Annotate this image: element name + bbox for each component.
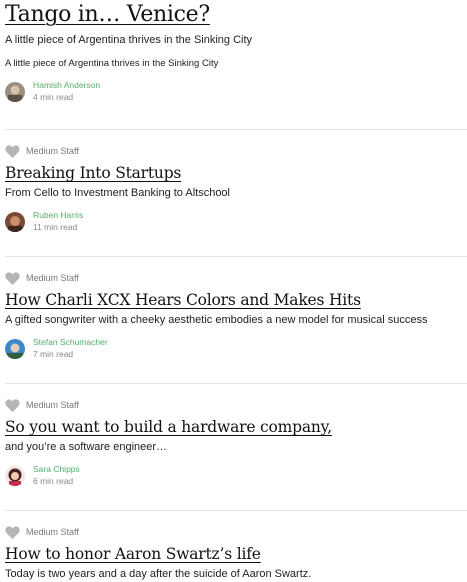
recommendation-line: Medium Staff (5, 271, 423, 285)
avatar[interactable] (5, 82, 25, 102)
post-subtitle: A little piece of Argentina thrives in t… (5, 34, 253, 46)
post-card: Medium Staff Breaking Into Startups From… (5, 129, 467, 256)
author-block: Stefan Schumacher 7 min read (5, 336, 423, 360)
recommendation-line: Medium Staff (5, 398, 423, 412)
heart-icon[interactable] (5, 525, 20, 539)
post-card: Medium Staff How to honor Aaron Swartz’s… (5, 510, 467, 581)
recommended-by[interactable]: Medium Staff (26, 273, 79, 283)
post-card: Tango in… Venice? A little piece of Arge… (5, 2, 467, 129)
recommended-by[interactable]: Medium Staff (26, 400, 79, 410)
post-subtitle: From Cello to Investment Banking to Alts… (5, 187, 230, 199)
recommendation-line: Medium Staff (5, 525, 423, 539)
recommended-by[interactable]: Medium Staff (26, 146, 79, 156)
author-name[interactable]: Ruben Harris (33, 209, 83, 221)
author-block: Sara Chipps 6 min read (5, 463, 423, 487)
recommendation-line: Medium Staff (5, 144, 423, 158)
post-subtitle: A gifted songwriter with a cheeky aesthe… (5, 314, 428, 326)
author-block: Hamish Anderson 4 min read (5, 79, 423, 103)
avatar[interactable] (5, 212, 25, 232)
read-time: 4 min read (33, 92, 74, 102)
read-time: 7 min read (33, 349, 74, 359)
avatar[interactable] (5, 339, 25, 359)
post-subtitle: and you’re a software engineer… (5, 441, 168, 453)
post-title[interactable]: How Charli XCX Hears Colors and Makes Hi… (5, 290, 423, 310)
author-name[interactable]: Sara Chipps (33, 463, 80, 475)
heart-icon[interactable] (5, 144, 20, 158)
post-feed: Tango in… Venice? A little piece of Arge… (0, 2, 467, 581)
author-block: Ruben Harris 11 min read (5, 209, 423, 233)
author-name[interactable]: Hamish Anderson (33, 79, 100, 91)
post-subtitle: Today is two years and a day after the s… (5, 568, 312, 580)
read-time: 11 min read (33, 222, 78, 232)
post-snippet: A little piece of Argentina thrives in t… (5, 58, 219, 69)
post-title[interactable]: How to honor Aaron Swartz’s life (5, 544, 423, 564)
recommended-by[interactable]: Medium Staff (26, 527, 79, 537)
post-title[interactable]: Tango in… Venice? (5, 2, 423, 28)
post-title[interactable]: So you want to build a hardware company, (5, 417, 423, 437)
heart-icon[interactable] (5, 271, 20, 285)
read-time: 6 min read (33, 476, 74, 486)
avatar[interactable] (5, 466, 25, 486)
author-name[interactable]: Stefan Schumacher (33, 336, 108, 348)
post-card: Medium Staff So you want to build a hard… (5, 383, 467, 510)
post-card: Medium Staff How Charli XCX Hears Colors… (5, 256, 467, 383)
post-title[interactable]: Breaking Into Startups (5, 163, 423, 183)
heart-icon[interactable] (5, 398, 20, 412)
